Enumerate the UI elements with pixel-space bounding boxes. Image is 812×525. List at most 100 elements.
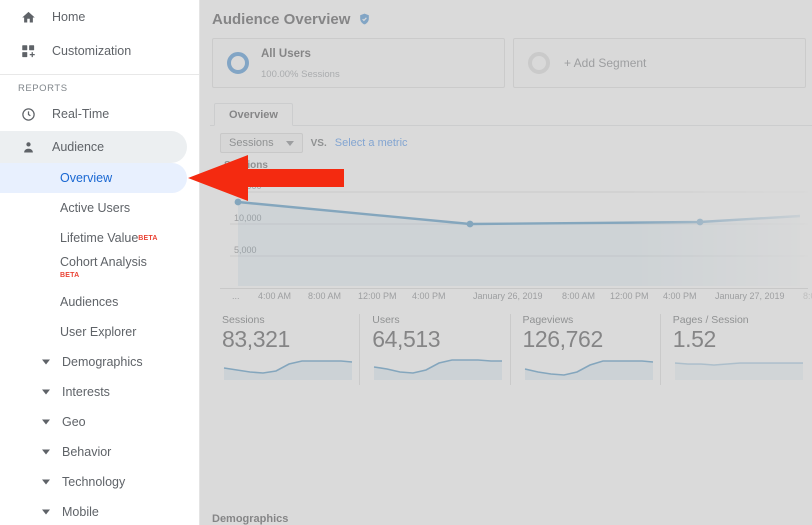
x-tick: 8:00 AM (803, 291, 812, 301)
select-a-metric-link[interactable]: Select a metric (335, 137, 408, 149)
chevron-down-icon (42, 449, 50, 455)
sidebar-item-label: Technology (62, 475, 126, 489)
sparkline (674, 362, 803, 381)
sparkline (374, 359, 503, 381)
x-tick: 4:00 PM (412, 291, 446, 301)
sidebar-item-label: Audiences (60, 295, 119, 309)
metric-card-label: Pageviews (522, 314, 574, 326)
sidebar-group-geo[interactable]: Geo (0, 407, 199, 437)
x-tick: 12:00 PM (610, 291, 649, 301)
person-icon (18, 137, 38, 157)
sidebar-item-cohort-analysis[interactable]: Cohort Analysis BETA (0, 253, 199, 287)
metric-card-value: 1.52 (672, 326, 717, 352)
sidebar-item-user-explorer[interactable]: User Explorer (0, 317, 199, 347)
customization-icon (18, 41, 38, 61)
chevron-down-icon (42, 509, 50, 515)
chevron-down-icon (42, 359, 50, 365)
add-segment-label: + Add Segment (564, 56, 647, 70)
x-tick: January 27, 2019 (715, 291, 785, 301)
home-icon (18, 7, 38, 27)
add-segment-button[interactable]: + Add Segment (513, 38, 806, 88)
x-tick: January 26, 2019 (473, 291, 543, 301)
beta-badge: BETA (60, 272, 80, 279)
sidebar-item-label: Geo (62, 415, 86, 429)
sidebar-item-label: Demographics (62, 355, 143, 369)
sidebar-item-label: Active Users (60, 201, 131, 215)
page-title: Audience Overview (212, 10, 351, 28)
x-tick: 12:00 PM (358, 291, 397, 301)
segment-bar: All Users 100.00% Sessions + Add Segment (210, 38, 812, 88)
x-tick: ... (232, 291, 240, 301)
chevron-down-icon (285, 140, 294, 146)
sidebar-item-label: Cohort Analysis (60, 255, 147, 269)
metric-selector-bar: Sessions VS. Select a metric (210, 126, 812, 160)
vs-label: VS. (310, 137, 327, 149)
sessions-chart: Sessions 15,000 10,000 (220, 160, 812, 302)
sidebar-item-label: Audience (52, 140, 105, 154)
sidebar-item-home[interactable]: Home (0, 0, 199, 34)
sparkline (524, 360, 653, 381)
sidebar-section-label: REPORTS (18, 82, 68, 94)
metric-card-users[interactable]: Users 64,513 (359, 314, 509, 386)
metric-card-pageviews[interactable]: Pageviews 126,762 (509, 314, 660, 386)
sidebar-item-audience[interactable]: Audience (0, 131, 187, 163)
chart-plot-area: 15,000 10,000 5,000 (220, 174, 808, 290)
sidebar-item-real-time[interactable]: Audience Real-Time (0, 97, 199, 131)
chart-x-axis: ... 4:00 AM 8:00 AM 12:00 PM 4:00 PM Jan… (220, 288, 812, 302)
sidebar-item-label: Behavior (62, 445, 112, 459)
tab-bar: Overview (210, 100, 812, 126)
x-tick: 4:00 AM (258, 291, 292, 301)
metric-cards: Sessions 83,321 Users 64,513 Pageviews 1… (210, 314, 812, 386)
metric-card-sessions[interactable]: Sessions 83,321 (220, 314, 359, 385)
sidebar-group-mobile[interactable]: Mobile (0, 497, 199, 525)
verified-shield-icon[interactable] (358, 12, 371, 26)
beta-badge: BETA (138, 234, 158, 242)
demographics-section-title: Demographics (212, 513, 289, 525)
sidebar-item-lifetime-value[interactable]: Lifetime Value BETA (0, 223, 199, 253)
metric-dropdown[interactable]: Sessions (220, 133, 303, 153)
chevron-down-icon (42, 479, 50, 485)
tab-overview[interactable]: Overview (214, 103, 293, 126)
sidebar-item-overview[interactable]: Overview (0, 163, 187, 193)
sidebar-item-label: Mobile (62, 505, 99, 519)
sidebar-item-customization[interactable]: Customization (0, 34, 199, 68)
sidebar-item-label: User Explorer (60, 325, 137, 339)
chevron-down-icon (42, 389, 50, 395)
metric-card-label: Users (372, 314, 400, 326)
sidebar-item-label: Home (52, 10, 86, 24)
tab-label: Overview (229, 109, 278, 121)
metric-card-pages-per-session[interactable]: Pages / Session 1.52 (659, 314, 810, 386)
page-header: Audience Overview (210, 0, 812, 38)
segment-name: All Users (261, 48, 311, 60)
sidebar-item-active-users[interactable]: Active Users (0, 193, 199, 223)
sidebar-item-audiences[interactable]: Audiences (0, 287, 199, 317)
segment-donut-icon (227, 52, 249, 74)
sparkline (223, 360, 353, 381)
segment-all-users[interactable]: All Users 100.00% Sessions (212, 38, 505, 88)
metric-dropdown-label: Sessions (229, 137, 274, 149)
sidebar-group-technology[interactable]: Technology (0, 467, 199, 497)
segment-subtitle: 100.00% Sessions (261, 69, 340, 80)
metric-card-label: Pages / Session (672, 314, 749, 326)
x-tick: 8:00 AM (562, 291, 596, 301)
sidebar-item-label: Interests (62, 385, 110, 399)
sidebar-item-label: Overview (60, 171, 113, 185)
metric-card-value: 83,321 (222, 326, 290, 352)
chart-y-axis-title: Sessions (224, 160, 268, 171)
chevron-down-icon (42, 419, 50, 425)
main-content: Audience Overview All Users 100.00% Sess… (200, 0, 812, 525)
sidebar-group-demographics[interactable]: Demographics (0, 347, 199, 377)
clock-icon (18, 104, 38, 124)
x-tick: 8:00 AM (308, 291, 342, 301)
metric-card-label: Sessions (222, 314, 265, 326)
screenshot-root: Home Customization REPORTS Audience (0, 0, 812, 525)
sidebar: Home Customization REPORTS Audience (0, 0, 200, 525)
x-tick: 4:00 PM (663, 291, 697, 301)
metric-card-value: 64,513 (372, 326, 441, 352)
metric-card-value: 126,762 (522, 326, 604, 352)
sidebar-item-label: Lifetime Value (60, 231, 139, 245)
sidebar-group-interests[interactable]: Interests (0, 377, 199, 407)
segment-donut-empty-icon (528, 52, 550, 74)
sidebar-group-behavior[interactable]: Behavior (0, 437, 199, 467)
sidebar-item-label-realtime: Real-Time (52, 107, 110, 121)
